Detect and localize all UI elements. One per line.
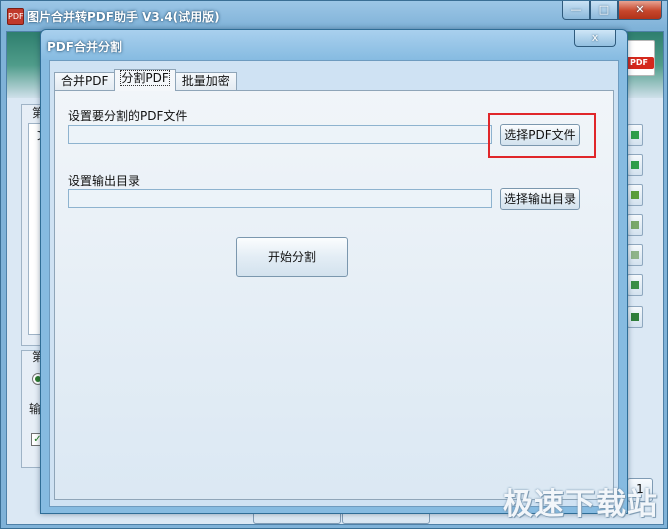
pdf-badge-label: PDF xyxy=(624,57,654,69)
tab-merge-pdf[interactable]: 合并PDF xyxy=(54,72,116,91)
side-remove-icon[interactable] xyxy=(627,184,643,206)
pdf-merge-split-dialog: PDF合并分割 x 合并PDF 分割PDF 批量加密 设置要分割的PDF文件 选… xyxy=(40,29,628,514)
side-clear-icon[interactable] xyxy=(627,214,643,236)
highlight-box xyxy=(488,113,596,158)
side-add-icon[interactable] xyxy=(627,124,643,146)
select-output-dir-button[interactable]: 选择输出目录 xyxy=(500,188,580,210)
dialog-title: PDF合并分割 xyxy=(47,40,122,54)
output-dir-label: 设置输出目录 xyxy=(68,174,141,188)
pdf-file-icon: PDF xyxy=(624,40,655,76)
tab-split-pdf-label: 分割PDF xyxy=(120,70,170,86)
split-pdf-panel: 设置要分割的PDF文件 选择PDF文件 设置输出目录 选择输出目录 开始分割 xyxy=(54,90,614,500)
dialog-close-button[interactable]: x xyxy=(574,30,616,47)
maximize-button[interactable]: □ xyxy=(590,1,618,20)
minimize-button[interactable]: — xyxy=(562,1,590,20)
side-sort-icon[interactable] xyxy=(627,306,643,328)
pdf-file-label: 设置要分割的PDF文件 xyxy=(68,109,188,123)
output-dir-input[interactable] xyxy=(68,189,492,208)
dialog-body: 合并PDF 分割PDF 批量加密 设置要分割的PDF文件 选择PDF文件 设置输… xyxy=(49,60,619,507)
side-add-folder-icon[interactable] xyxy=(627,154,643,176)
tab-split-pdf[interactable]: 分割PDF xyxy=(114,69,176,91)
tab-merge-pdf-label: 合并PDF xyxy=(61,74,109,88)
side-down-icon[interactable] xyxy=(627,274,643,296)
tab-strip: 合并PDF 分割PDF 批量加密 xyxy=(54,69,237,91)
tab-batch-encrypt[interactable]: 批量加密 xyxy=(174,72,237,91)
start-split-button[interactable]: 开始分割 xyxy=(236,237,348,277)
side-up-icon[interactable] xyxy=(627,244,643,266)
main-titlebar[interactable]: PDF 图片合并转PDF助手 V3.4(试用版) — □ ✕ xyxy=(1,1,667,31)
main-window-title: 图片合并转PDF助手 V3.4(试用版) xyxy=(27,10,220,24)
tab-batch-encrypt-label: 批量加密 xyxy=(181,74,230,88)
watermark: 极速下载站 xyxy=(503,487,658,522)
app-logo-icon: PDF xyxy=(7,8,24,25)
close-button[interactable]: ✕ xyxy=(618,1,662,20)
pdf-file-input[interactable] xyxy=(68,125,492,144)
window-controls: — □ ✕ xyxy=(562,1,662,20)
